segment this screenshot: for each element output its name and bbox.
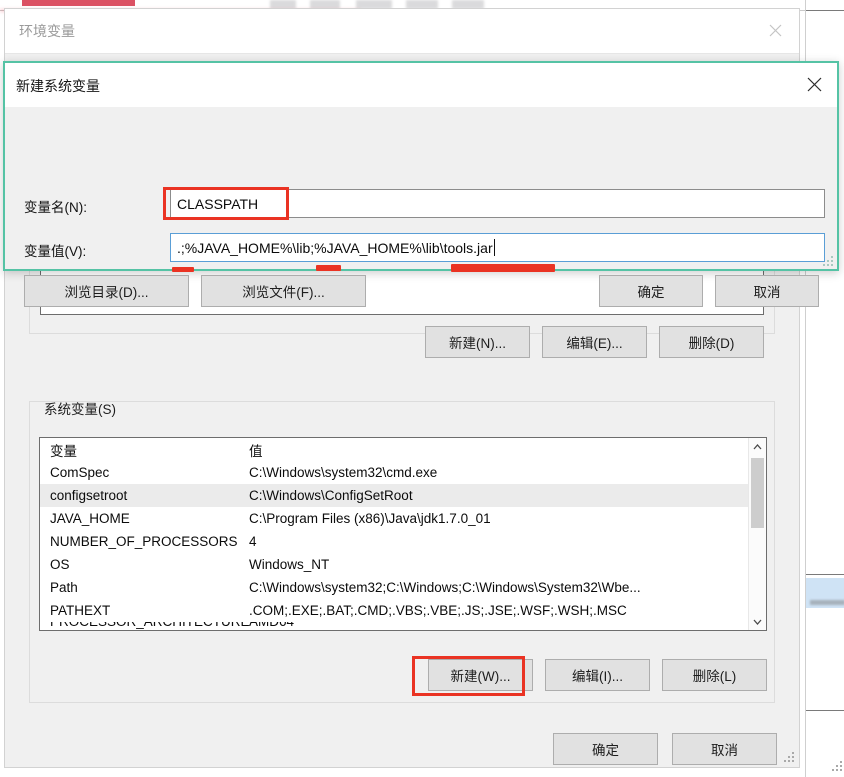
cell-variable-name: Path	[50, 580, 78, 595]
underline-annotation-1	[172, 267, 194, 272]
scrollbar-thumb[interactable]	[751, 458, 764, 528]
user-edit-button[interactable]: 编辑(E)...	[542, 326, 647, 358]
text-caret	[493, 239, 495, 256]
system-variables-listbox[interactable]: 变量 值 ComSpec C:\Windows\system32\cmd.exe c…	[39, 437, 767, 631]
bg-window-title: 环境变量	[19, 23, 75, 39]
rw-rule-1	[806, 574, 844, 575]
dialog-resize-grip[interactable]	[823, 256, 833, 266]
dialog-right-button-row: 确定 取消	[599, 275, 819, 307]
cell-variable-value: AMD64	[249, 622, 748, 630]
rw-rule-2	[806, 710, 844, 711]
system-variables-button-row: 新建(W)... 编辑(I)... 删除(L)	[39, 659, 767, 693]
underline-annotation-2	[316, 265, 341, 271]
cell-variable-value: 4	[249, 534, 257, 549]
table-row[interactable]: OS Windows_NT	[40, 553, 748, 576]
window-ok-button[interactable]: 确定	[553, 733, 658, 765]
bg-window-titlebar: 环境变量	[5, 9, 799, 53]
window-bottom-button-row: 确定 取消	[5, 733, 777, 765]
system-variables-rows: 变量 值 ComSpec C:\Windows\system32\cmd.exe c…	[40, 438, 748, 630]
cell-variable-name: JAVA_HOME	[50, 511, 130, 526]
table-row[interactable]: configsetroot C:\Windows\ConfigSetRoot	[40, 484, 748, 507]
rw-resize-grip[interactable]	[832, 761, 842, 771]
user-new-button[interactable]: 新建(N)...	[425, 326, 530, 358]
chevron-down-icon[interactable]	[749, 613, 766, 630]
table-row[interactable]: NUMBER_OF_PROCESSORS 4	[40, 530, 748, 553]
system-variables-legend: 系统变量(S)	[39, 402, 121, 418]
table-row[interactable]: JAVA_HOME C:\Program Files (x86)\Java\jdk…	[40, 507, 748, 530]
table-row[interactable]: ComSpec C:\Windows\system32\cmd.exe	[40, 461, 748, 484]
browse-directory-button[interactable]: 浏览目录(D)...	[24, 275, 189, 307]
dialog-body: 变量名(N): CLASSPATH 变量值(V): .;%JAVA_HOME%\…	[5, 107, 837, 307]
variable-value-text: .;%JAVA_HOME%\lib;%JAVA_HOME%\lib\tools.…	[177, 239, 493, 256]
column-header-value: 值	[249, 443, 263, 459]
cell-variable-value: C:\Windows\system32\cmd.exe	[249, 465, 438, 480]
cell-variable-name: configsetroot	[50, 488, 128, 503]
screen: 环境变量 新建(N)... 编辑(E)... 删除(D) 系统变量(S) 变量 …	[0, 0, 844, 777]
dialog-left-button-row: 浏览目录(D)... 浏览文件(F)...	[24, 275, 366, 307]
cell-variable-value: C:\Windows\system32;C:\Windows;C:\Window…	[249, 580, 641, 595]
titlebar-divider	[5, 53, 799, 54]
variable-name-label: 变量名(N):	[24, 200, 87, 215]
user-delete-button[interactable]: 删除(D)	[659, 326, 764, 358]
variable-name-input[interactable]: CLASSPATH	[170, 189, 825, 218]
cell-variable-name: PATHEXT	[50, 603, 111, 618]
system-edit-button[interactable]: 编辑(I)...	[545, 659, 650, 691]
cell-variable-value: C:\Windows\ConfigSetRoot	[249, 488, 413, 503]
table-header-row: 变量 值	[40, 438, 748, 461]
system-delete-button[interactable]: 删除(L)	[662, 659, 767, 691]
cell-variable-name: ComSpec	[50, 465, 110, 480]
new-system-variable-dialog: 新建系统变量 变量名(N): CLASSPATH 变量值(V): .;%JAVA…	[3, 61, 839, 307]
variable-value-input[interactable]: .;%JAVA_HOME%\lib;%JAVA_HOME%\lib\tools.…	[170, 233, 825, 262]
chevron-up-icon[interactable]	[749, 438, 766, 455]
system-new-button[interactable]: 新建(W)...	[428, 659, 533, 691]
rw-blurred-text	[810, 600, 844, 605]
table-row[interactable]: PROCESSOR_ARCHITECTUREAMD64	[40, 622, 748, 630]
dialog-title: 新建系统变量	[16, 78, 100, 94]
close-icon[interactable]	[791, 63, 837, 106]
cell-variable-value: .COM;.EXE;.BAT;.CMD;.VBS;.VBE;.JS;.JSE;.…	[249, 603, 627, 618]
variable-value-label: 变量值(V):	[24, 244, 87, 259]
cell-variable-name: OS	[50, 557, 70, 572]
window-cancel-button[interactable]: 取消	[672, 733, 777, 765]
column-header-variable: 变量	[50, 443, 77, 459]
cell-variable-name: PROCESSOR_ARCHITECTURE	[40, 622, 249, 630]
cell-variable-value: Windows_NT	[249, 557, 330, 572]
user-variables-button-row: 新建(N)... 编辑(E)... 删除(D)	[40, 326, 764, 358]
dialog-ok-button[interactable]: 确定	[599, 275, 703, 307]
listbox-scrollbar[interactable]	[748, 438, 766, 630]
underline-annotation-3	[451, 264, 555, 272]
red-tab-indicator	[22, 0, 135, 6]
cell-variable-name: NUMBER_OF_PROCESSORS	[50, 534, 238, 549]
window-resize-grip[interactable]	[784, 752, 796, 764]
table-row[interactable]: PATHEXT .COM;.EXE;.BAT;.CMD;.VBS;.VBE;.JS…	[40, 599, 748, 622]
table-row[interactable]: Path C:\Windows\system32;C:\Windows;C:\Wi…	[40, 576, 748, 599]
dialog-titlebar: 新建系统变量	[5, 63, 837, 107]
dialog-cancel-button[interactable]: 取消	[715, 275, 819, 307]
close-icon[interactable]	[753, 9, 797, 51]
browse-file-button[interactable]: 浏览文件(F)...	[201, 275, 366, 307]
cell-variable-value: C:\Program Files (x86)\Java\jdk1.7.0_01	[249, 511, 491, 526]
rw-top-rule	[806, 10, 844, 11]
